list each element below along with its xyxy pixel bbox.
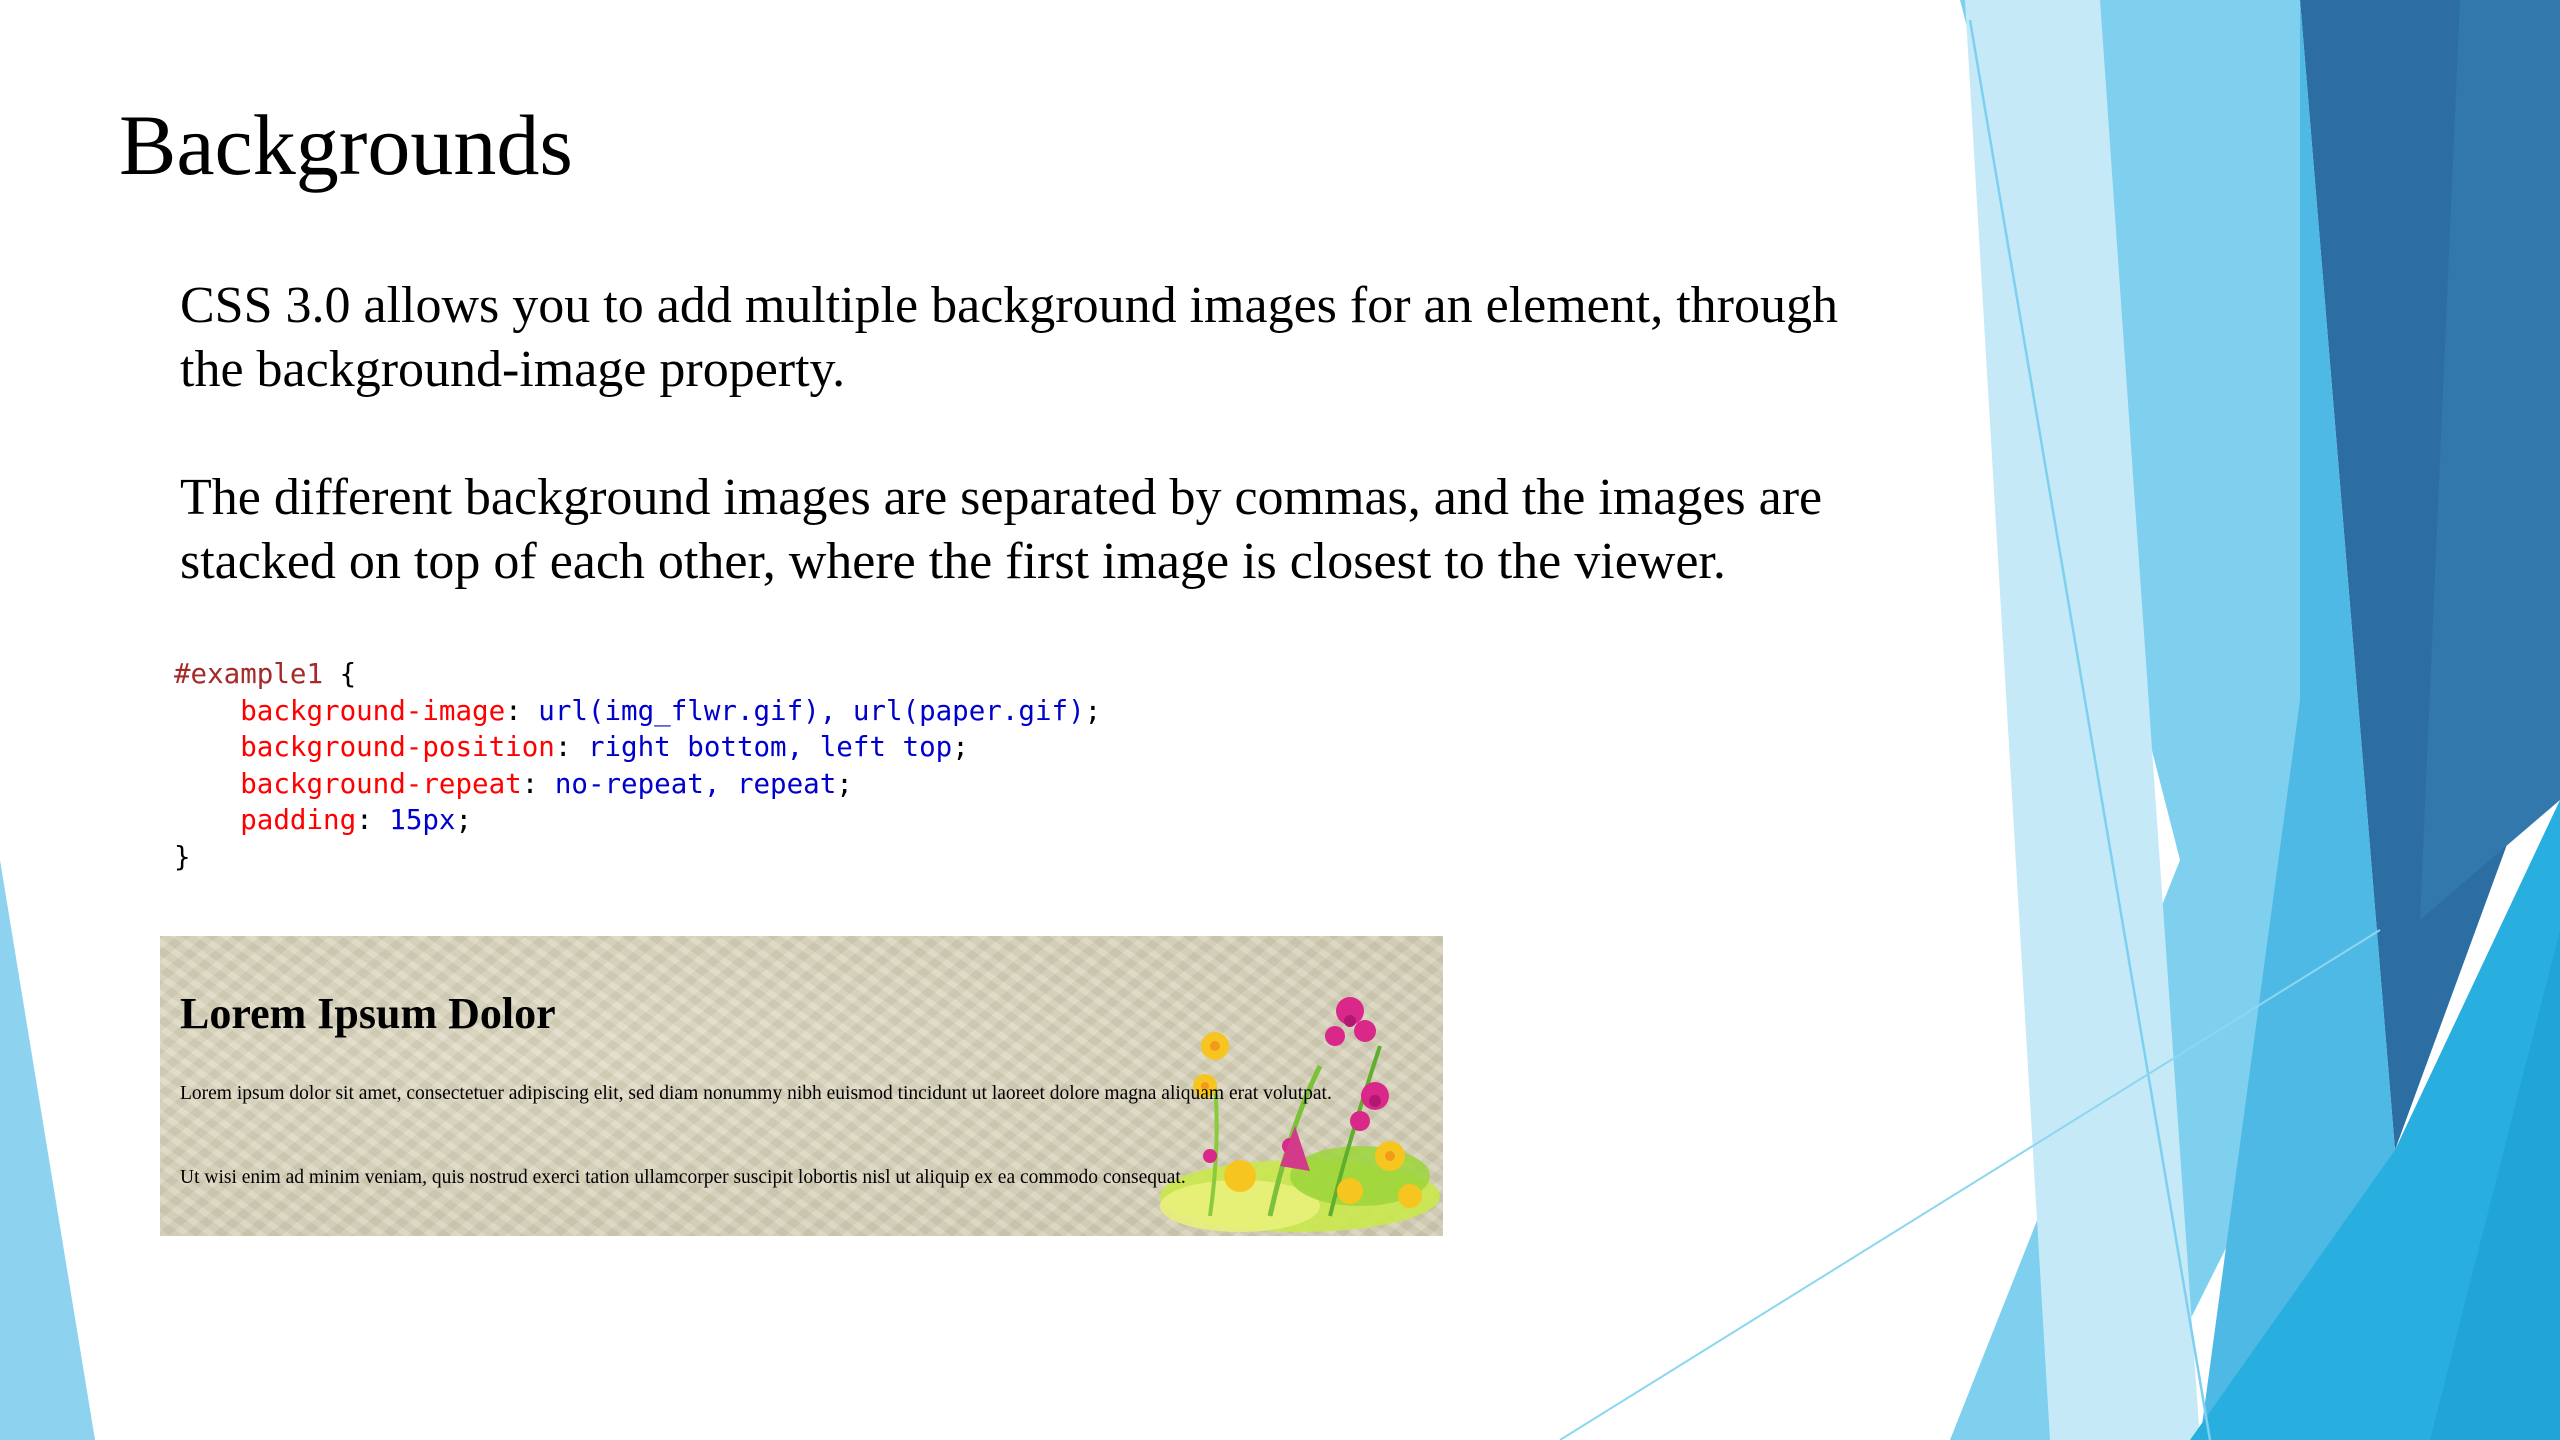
background-demo-box: Lorem Ipsum Dolor Lorem ipsum dolor sit … — [160, 936, 1443, 1236]
intro-paragraph: CSS 3.0 allows you to add multiple backg… — [180, 277, 1838, 398]
css-code-block: #example1 { background-image: url(img_fl… — [174, 658, 1102, 873]
code-value: url(img_flwr.gif), url(paper.gif) — [538, 694, 1085, 727]
code-property: background-image — [240, 694, 506, 727]
demo-paragraph: Lorem ipsum dolor sit amet, consectetuer… — [180, 1083, 1332, 1104]
slide-title: Backgrounds — [119, 97, 573, 193]
code-close-brace: } — [174, 840, 191, 873]
code-value: no-repeat, repeat — [554, 767, 837, 800]
stacking-paragraph: The different background images are sepa… — [180, 469, 1823, 590]
code-property: padding — [240, 804, 357, 836]
code-value: 15px — [389, 804, 456, 836]
slide: Backgrounds CSS 3.0 allows you to add mu… — [0, 0, 2560, 1440]
code-selector: #example1 — [174, 658, 324, 690]
code-open-brace: { — [323, 658, 357, 690]
code-property: background-repeat — [240, 767, 522, 800]
code-value: right bottom, left top — [587, 731, 953, 763]
demo-paragraph: Ut wisi enim ad minim veniam, quis nostr… — [180, 1167, 1186, 1188]
demo-heading: Lorem Ipsum Dolor — [180, 989, 556, 1038]
code-property: background-position — [240, 731, 555, 763]
